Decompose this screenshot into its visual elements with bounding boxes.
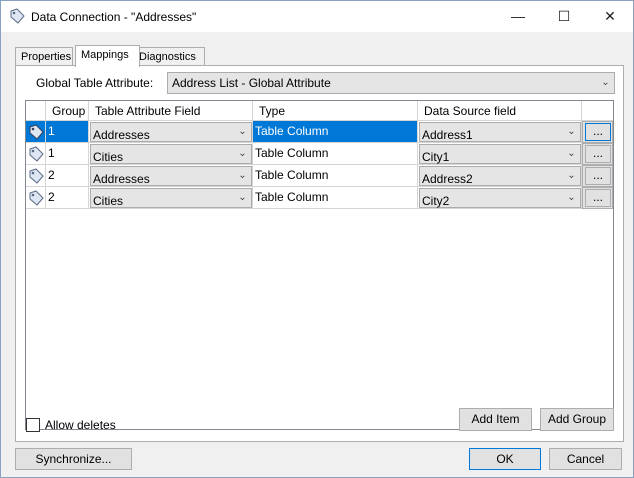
- data-source-field-select[interactable]: Address2 ⌄: [419, 166, 581, 186]
- tag-icon: [29, 146, 44, 162]
- browse-button[interactable]: ...: [585, 123, 611, 141]
- data-source-field-select[interactable]: Address1 ⌄: [419, 122, 581, 142]
- type-cell[interactable]: Table Column: [253, 187, 418, 209]
- table-attribute-field-cell[interactable]: Cities ⌄: [89, 187, 253, 209]
- action-cell: ...: [582, 165, 613, 187]
- ok-button[interactable]: OK: [469, 448, 541, 470]
- data-source-field-cell[interactable]: City2 ⌄: [418, 187, 582, 209]
- browse-button[interactable]: ...: [585, 167, 611, 185]
- synchronize-button[interactable]: Synchronize...: [15, 448, 132, 470]
- data-source-field-cell[interactable]: City1 ⌄: [418, 143, 582, 165]
- type-cell[interactable]: Table Column: [253, 121, 418, 143]
- minimize-button[interactable]: —: [495, 1, 541, 32]
- row-selector[interactable]: [26, 187, 46, 209]
- column-header-group: Group: [46, 101, 89, 121]
- global-table-attribute-select[interactable]: Address List - Global Attribute ⌄: [167, 72, 615, 94]
- data-source-field-cell[interactable]: Address2 ⌄: [418, 165, 582, 187]
- row-selector[interactable]: [26, 121, 46, 143]
- mappings-grid: Group Table Attribute Field Type Data So…: [25, 100, 614, 430]
- table-attribute-field-select[interactable]: Addresses ⌄: [90, 122, 252, 142]
- chevron-down-icon: ⌄: [567, 170, 576, 181]
- table-attribute-field-select[interactable]: Cities ⌄: [90, 188, 252, 208]
- group-cell[interactable]: 1: [46, 121, 89, 143]
- group-cell[interactable]: 1: [46, 143, 89, 165]
- browse-button[interactable]: ...: [585, 189, 611, 207]
- column-header-type: Type: [253, 101, 418, 121]
- chevron-down-icon: ⌄: [567, 148, 576, 159]
- data-source-field-select[interactable]: City2 ⌄: [419, 188, 581, 208]
- column-header-data-source-field: Data Source field: [418, 101, 582, 121]
- column-header-action: [582, 101, 613, 121]
- allow-deletes-label[interactable]: Allow deletes: [45, 418, 116, 432]
- tab-mappings[interactable]: Mappings: [75, 45, 140, 67]
- window-title: Data Connection - "Addresses": [31, 10, 197, 24]
- allow-deletes-checkbox[interactable]: [26, 418, 40, 432]
- add-group-button[interactable]: Add Group: [540, 408, 614, 431]
- action-cell: ...: [582, 143, 613, 165]
- cancel-button[interactable]: Cancel: [549, 448, 622, 470]
- tag-icon: [29, 168, 44, 184]
- table-row[interactable]: 1 Addresses ⌄ Table Column Address1 ⌄ ..…: [26, 121, 613, 143]
- tag-icon: [29, 190, 44, 206]
- global-table-attribute-value: Address List - Global Attribute: [172, 76, 331, 90]
- column-header-icon: [26, 101, 46, 121]
- table-attribute-field-cell[interactable]: Addresses ⌄: [89, 121, 253, 143]
- group-cell[interactable]: 2: [46, 165, 89, 187]
- action-cell: ...: [582, 121, 613, 143]
- column-header-table-attribute-field: Table Attribute Field: [89, 101, 253, 121]
- tag-icon: [10, 8, 25, 24]
- global-table-attribute-label: Global Table Attribute:: [36, 76, 154, 90]
- row-selector[interactable]: [26, 143, 46, 165]
- chevron-down-icon: ⌄: [238, 170, 247, 181]
- chevron-down-icon: ⌄: [238, 148, 247, 159]
- type-cell[interactable]: Table Column: [253, 165, 418, 187]
- table-row[interactable]: 2 Addresses ⌄ Table Column Address2 ⌄ ..…: [26, 165, 613, 187]
- add-item-button[interactable]: Add Item: [459, 408, 532, 431]
- table-row[interactable]: 2 Cities ⌄ Table Column City2 ⌄ ...: [26, 187, 613, 209]
- chevron-down-icon: ⌄: [567, 192, 576, 203]
- chevron-down-icon: ⌄: [601, 77, 610, 88]
- data-source-field-cell[interactable]: Address1 ⌄: [418, 121, 582, 143]
- data-source-field-select[interactable]: City1 ⌄: [419, 144, 581, 164]
- maximize-button[interactable]: ☐: [541, 1, 587, 32]
- row-selector[interactable]: [26, 165, 46, 187]
- type-cell[interactable]: Table Column: [253, 143, 418, 165]
- group-cell[interactable]: 2: [46, 187, 89, 209]
- table-attribute-field-select[interactable]: Cities ⌄: [90, 144, 252, 164]
- tab-properties[interactable]: Properties: [15, 47, 73, 66]
- tag-icon: [29, 124, 44, 140]
- dialog-window: Data Connection - "Addresses" — ☐ ✕ Prop…: [0, 0, 634, 478]
- title-bar[interactable]: Data Connection - "Addresses" — ☐ ✕: [1, 1, 633, 32]
- table-attribute-field-cell[interactable]: Addresses ⌄: [89, 165, 253, 187]
- table-attribute-field-cell[interactable]: Cities ⌄: [89, 143, 253, 165]
- mappings-panel: Global Table Attribute: Address List - G…: [15, 65, 624, 442]
- chevron-down-icon: ⌄: [567, 126, 576, 137]
- browse-button[interactable]: ...: [585, 145, 611, 163]
- action-cell: ...: [582, 187, 613, 209]
- close-button[interactable]: ✕: [587, 1, 633, 32]
- tab-diagnostics[interactable]: Diagnostics: [133, 47, 205, 66]
- table-row[interactable]: 1 Cities ⌄ Table Column City1 ⌄ ...: [26, 143, 613, 165]
- table-attribute-field-select[interactable]: Addresses ⌄: [90, 166, 252, 186]
- table-attribute-field-value: Cities: [93, 194, 124, 208]
- data-source-field-value: City2: [422, 194, 450, 208]
- chevron-down-icon: ⌄: [238, 192, 247, 203]
- chevron-down-icon: ⌄: [238, 126, 247, 137]
